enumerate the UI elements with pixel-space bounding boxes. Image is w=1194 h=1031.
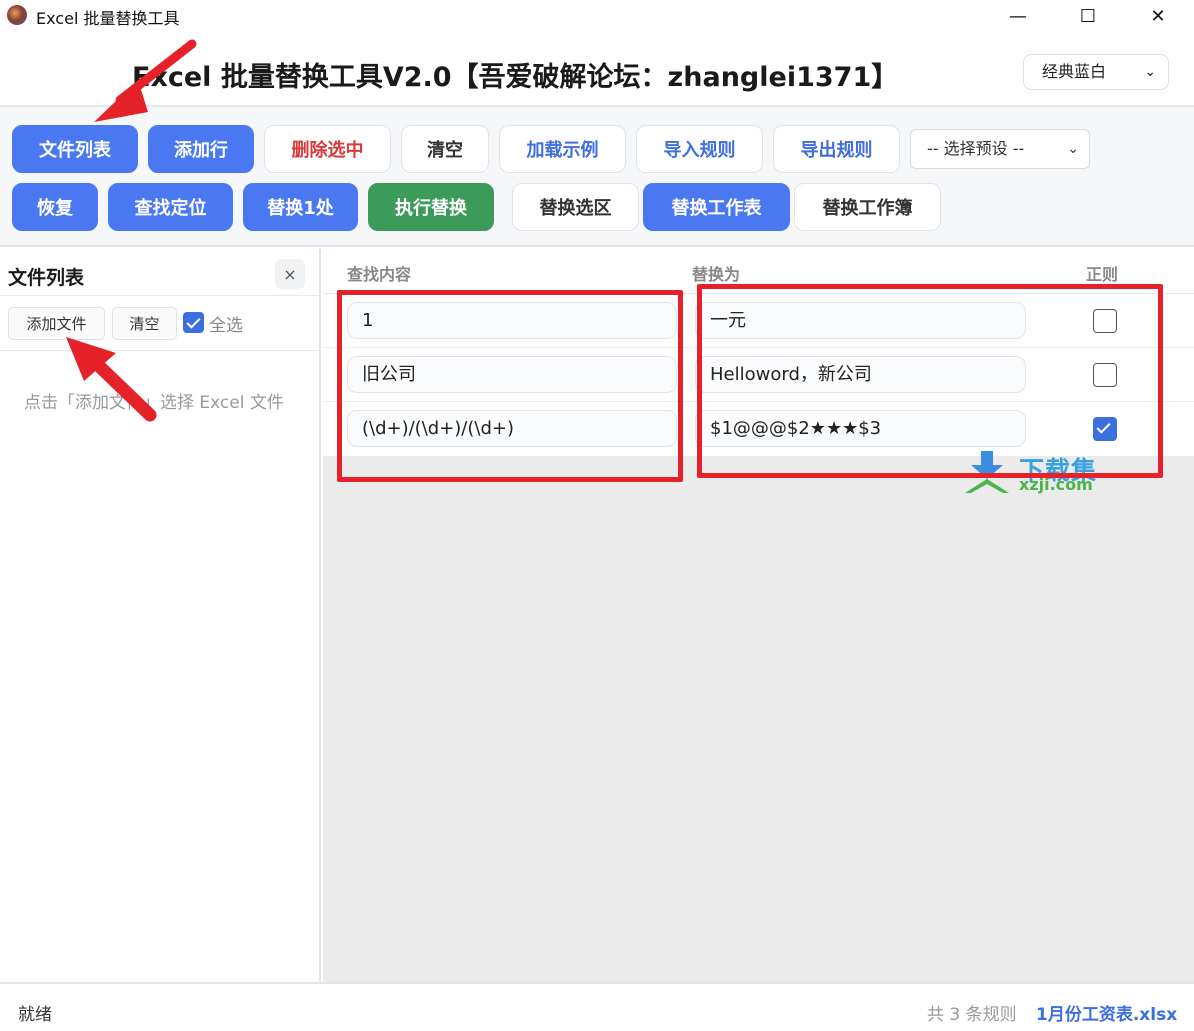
app-icon	[7, 5, 27, 25]
header-replace: 替换为	[692, 265, 741, 284]
replace-selection-button[interactable]: 替换选区	[512, 183, 639, 231]
restore-button[interactable]: 恢复	[12, 183, 98, 231]
current-file: 1月份工资表.xlsx	[1036, 1005, 1178, 1025]
replace-sheet-button[interactable]: 替换工作表	[643, 183, 790, 231]
preset-select-value: -- 选择预设 --	[927, 139, 1025, 158]
theme-select[interactable]: 经典蓝白 ⌄	[1023, 54, 1169, 90]
status-text: 就绪	[18, 1005, 52, 1025]
status-bar: 就绪 共 3 条规则 1月份工资表.xlsx	[0, 982, 1194, 1031]
file-list-title: 文件列表	[8, 267, 85, 289]
close-button[interactable]: ✕	[1123, 0, 1193, 33]
window-title: Excel 批量替换工具	[36, 9, 180, 28]
preset-select[interactable]: -- 选择预设 -- ⌄	[910, 129, 1090, 169]
replace-one-button[interactable]: 替换1处	[243, 183, 358, 231]
import-rules-button[interactable]: 导入规则	[636, 125, 763, 173]
annotation-box-find	[337, 290, 683, 482]
chevron-down-icon: ⌄	[1067, 141, 1079, 157]
title-bar: Excel 批量替换工具 — ☐ ✕	[0, 0, 1194, 33]
chevron-down-icon: ⌄	[1144, 64, 1156, 80]
close-panel-button[interactable]: ×	[275, 259, 305, 289]
select-all-checkbox[interactable]	[183, 312, 204, 333]
export-rules-button[interactable]: 导出规则	[773, 125, 900, 173]
select-all-label: 全选	[209, 316, 243, 336]
clear-button[interactable]: 清空	[401, 125, 489, 173]
rule-count: 共 3 条规则	[927, 1005, 1017, 1025]
toolbar: 文件列表 添加行 删除选中 清空 加载示例 导入规则 导出规则 -- 选择预设 …	[0, 107, 1194, 247]
load-example-button[interactable]: 加载示例	[499, 125, 626, 173]
theme-select-value: 经典蓝白	[1042, 62, 1107, 81]
maximize-button[interactable]: ☐	[1053, 0, 1123, 33]
file-list-button[interactable]: 文件列表	[12, 125, 138, 173]
minimize-button[interactable]: —	[983, 0, 1053, 33]
header-regex: 正则	[1086, 265, 1119, 284]
annotation-arrow-icon	[94, 39, 197, 122]
execute-replace-button[interactable]: 执行替换	[368, 183, 494, 231]
header-find: 查找内容	[347, 265, 412, 284]
app-title: Excel 批量替换工具V2.0【吾爱破解论坛：zhanglei1371】	[132, 62, 899, 93]
annotation-box-replace	[697, 284, 1163, 478]
find-locate-button[interactable]: 查找定位	[108, 183, 233, 231]
divider	[0, 295, 321, 296]
delete-selected-button[interactable]: 删除选中	[264, 125, 391, 173]
replace-workbook-button[interactable]: 替换工作簿	[794, 183, 941, 231]
annotation-arrow-icon	[66, 337, 157, 422]
add-row-button[interactable]: 添加行	[148, 125, 254, 173]
